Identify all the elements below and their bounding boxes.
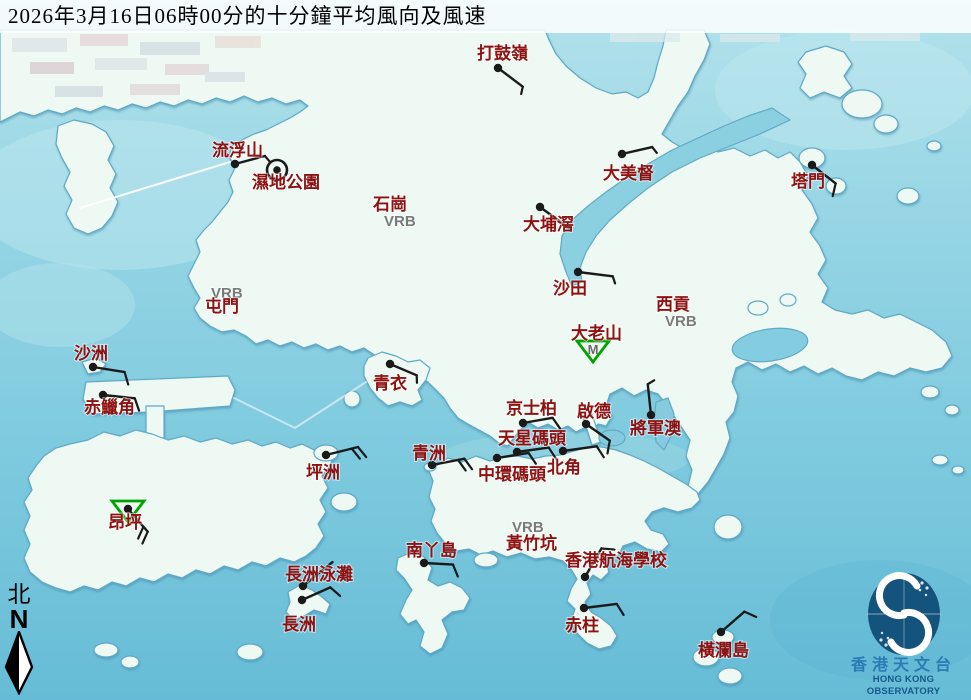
station-label: 流浮山 <box>212 140 263 160</box>
wind-barb-shaft <box>424 563 453 565</box>
station-label: 濕地公園 <box>252 172 320 192</box>
station-label: 天星碼頭 <box>498 429 567 448</box>
hk-base-map: 打鼓嶺流浮山濕地公園VRB石崗大美督塔門大埔滘沙田VRB屯門VRB西貢M大老山沙… <box>0 0 971 700</box>
station-label: 中環碼頭 <box>478 464 547 484</box>
hko-name-zh: 香港天文台 <box>838 657 969 674</box>
station-label: 京士柏 <box>506 398 557 418</box>
map-title: 2026年3月16日06時00分的十分鐘平均風向及風速 <box>0 0 971 33</box>
wind-barb-tick <box>521 87 523 94</box>
station-label: 赤柱 <box>565 615 599 635</box>
station-label: 青衣 <box>373 373 407 393</box>
station-tuen-mun: VRB屯門 <box>205 285 243 316</box>
station-label: 大美督 <box>603 163 654 183</box>
north-arrow-icon <box>4 631 34 695</box>
variable-wind-mark: VRB <box>384 213 416 230</box>
variable-wind-mark: VRB <box>665 313 697 330</box>
wind-map-screenshot: 打鼓嶺流浮山濕地公園VRB石崗大美督塔門大埔滘沙田VRB屯門VRB西貢M大老山沙… <box>0 0 971 700</box>
wind-barb-tick <box>602 548 615 549</box>
station-label: 赤鱲角 <box>84 397 135 417</box>
station-label: 北角 <box>547 457 581 477</box>
station-label: 屯門 <box>205 296 239 316</box>
station-label: 沙洲 <box>74 344 108 363</box>
station-label: 石崗 <box>372 195 407 214</box>
station-label: 長洲 <box>282 615 316 634</box>
station-label: 沙田 <box>553 279 587 298</box>
kowloon-bay <box>599 430 625 446</box>
hko-name-en: HONG KONG OBSERVATORY <box>838 674 969 698</box>
station-label: 大老山 <box>571 323 622 343</box>
station-label: 打鼓嶺 <box>477 43 528 63</box>
station-label: 青洲 <box>412 443 446 463</box>
station-label: 西貢 <box>656 295 690 314</box>
station-label: 昂坪 <box>108 513 142 532</box>
station-label: 長洲泳灘 <box>285 564 353 584</box>
north-compass: 北 N <box>2 583 36 695</box>
station-label: 香港航海學校 <box>565 550 668 570</box>
missing-data-mark: M <box>588 342 599 357</box>
station-label: 橫瀾島 <box>698 640 749 660</box>
station-label: 啟德 <box>577 401 611 421</box>
station-label: 塔門 <box>791 171 825 191</box>
station-label: 將軍澳 <box>630 418 682 438</box>
hko-logo: 香港天文台 HONG KONG OBSERVATORY <box>838 571 969 698</box>
hko-logo-icon <box>854 571 954 657</box>
station-label: 坪洲 <box>306 463 340 482</box>
station-label: 南丫島 <box>406 540 457 560</box>
north-letter: N <box>2 607 36 631</box>
station-label: 黃竹坑 <box>505 533 557 553</box>
station-label: 大埔滘 <box>523 214 574 234</box>
